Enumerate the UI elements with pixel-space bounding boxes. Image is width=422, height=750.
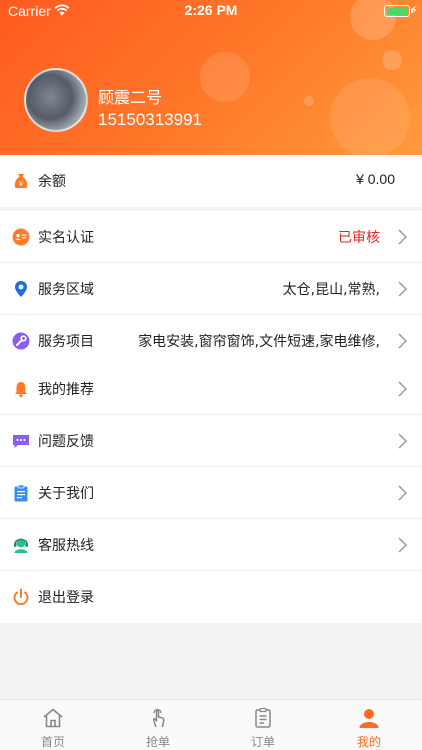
wrench-icon: [12, 332, 30, 350]
location-pin-icon: [15, 281, 27, 297]
tab-mine[interactable]: 我的: [316, 700, 422, 750]
menu-item-label: 我的推荐: [38, 382, 94, 398]
tab-label: 订单: [250, 735, 275, 749]
tab-bar: 首页 抢单 订单 我的: [0, 699, 422, 750]
feedback-icon: [13, 435, 29, 448]
chevron-right-icon: [398, 333, 407, 349]
decor-bubble: [330, 78, 410, 155]
order-list-icon: [255, 707, 271, 728]
tab-label: 首页: [40, 735, 65, 749]
headset-icon: [14, 538, 28, 553]
id-card-icon: [12, 228, 30, 246]
user-name: 顾震二号: [98, 88, 163, 107]
chevron-right-icon: [398, 281, 407, 297]
home-icon: [43, 708, 63, 728]
decor-bubble: [200, 52, 250, 102]
person-icon: [359, 709, 379, 728]
tab-orders[interactable]: 订单: [210, 700, 316, 750]
menu-item-hotline[interactable]: 客服热线: [0, 519, 422, 571]
power-icon: [13, 588, 29, 606]
tab-home[interactable]: 首页: [0, 700, 106, 750]
charging-icon: ⚡: [409, 3, 418, 17]
menu-item-about[interactable]: 关于我们: [0, 467, 422, 519]
menu-item-label: 关于我们: [38, 486, 94, 502]
menu-item-feedback[interactable]: 问题反馈: [0, 415, 422, 467]
tab-label: 我的: [356, 735, 381, 749]
service-items-row[interactable]: 服务项目 家电安装,窗帘窗饰,文件短速,家电维修,: [0, 315, 422, 367]
chevron-right-icon: [398, 381, 407, 397]
verify-label: 实名认证: [38, 230, 94, 246]
menu-section: 我的推荐 问题反馈 关于我们 客服热线 退出登录: [0, 363, 422, 623]
service-section: 实名认证 已审核 服务区域 太仓,昆山,常熟, 服务项目 家电安装,窗帘窗饰,文…: [0, 211, 422, 367]
service-area-label: 服务区域: [38, 282, 94, 298]
menu-item-logout[interactable]: 退出登录: [0, 571, 422, 623]
clipboard-icon: [14, 484, 28, 502]
money-bag-icon: ¥: [14, 174, 28, 188]
menu-item-label: 客服热线: [38, 538, 94, 554]
chevron-right-icon: [398, 433, 407, 449]
verify-status: 已审核: [338, 230, 380, 246]
user-phone: 15150313991: [98, 110, 203, 129]
menu-item-label: 退出登录: [38, 590, 94, 606]
chevron-right-icon: [398, 537, 407, 553]
menu-item-recommend[interactable]: 我的推荐: [0, 363, 422, 415]
profile-header: Carrier 2:26 PM ⚡ 顾震二号 15150313991: [0, 0, 422, 155]
service-items-value: 家电安装,窗帘窗饰,文件短速,家电维修,: [138, 334, 380, 350]
balance-value: ¥ 0.00: [356, 171, 395, 187]
tap-hand-icon: [152, 708, 165, 728]
battery-icon: [384, 5, 413, 17]
menu-item-label: 问题反馈: [38, 434, 94, 450]
decor-bubble: [382, 50, 402, 70]
service-items-label: 服务项目: [38, 334, 94, 350]
status-bar: Carrier 2:26 PM ⚡: [0, 0, 422, 24]
svg-text:¥: ¥: [19, 180, 24, 188]
bell-icon: [15, 382, 27, 398]
decor-bubble: [304, 96, 314, 106]
clock: 2:26 PM: [184, 2, 238, 18]
tab-grab-order[interactable]: 抢单: [105, 700, 211, 750]
balance-label: 余额: [38, 174, 66, 190]
balance-section: ¥ 余额 ¥ 0.00: [0, 155, 422, 207]
balance-row[interactable]: ¥ 余额 ¥ 0.00: [0, 155, 422, 207]
service-area-value: 太仓,昆山,常熟,: [282, 282, 380, 298]
avatar[interactable]: [24, 68, 88, 132]
tab-label: 抢单: [145, 735, 170, 749]
verify-row[interactable]: 实名认证 已审核: [0, 211, 422, 263]
chevron-right-icon: [398, 229, 407, 245]
chevron-right-icon: [398, 485, 407, 501]
service-area-row[interactable]: 服务区域 太仓,昆山,常熟,: [0, 263, 422, 315]
